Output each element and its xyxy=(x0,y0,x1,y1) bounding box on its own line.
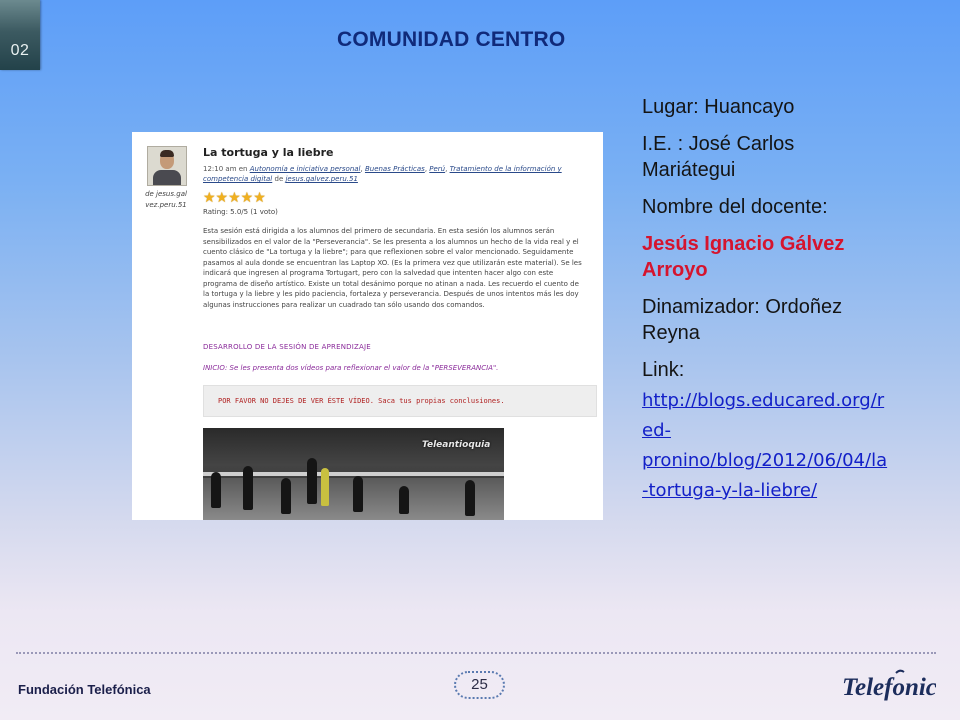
video-channel-logo: Teleantioquia xyxy=(422,440,491,450)
slide-title: COMUNIDAD CENTRO xyxy=(337,28,566,51)
video-thumbnail[interactable]: Teleantioquia xyxy=(203,428,504,520)
rating-stars-icon[interactable]: ★★★★★ xyxy=(203,190,266,206)
footer-organization: Fundación Telefónica xyxy=(18,682,151,697)
post-meta: 12:10 am en Autonomía e iniciativa perso… xyxy=(203,165,562,183)
author-caption: de jesus.galvez.peru.51 xyxy=(145,190,187,209)
author-avatar xyxy=(147,146,187,186)
category-link[interactable]: Perú xyxy=(429,165,445,173)
warning-text: POR FAVOR NO DEJES DE VER ÉSTE VÍDEO. Sa… xyxy=(218,397,505,405)
section-heading: DESARROLLO DE LA SESIÓN DE APRENDIZAJE xyxy=(203,343,371,351)
slide-number-badge: 02 xyxy=(0,0,40,70)
inicio-line: INICIO: Se les presenta dos vídeos para … xyxy=(203,364,499,372)
school-text: I.E. : José Carlos Mariátegui xyxy=(642,133,795,181)
teacher-name: Jesús Ignacio Gálvez Arroyo xyxy=(642,233,845,281)
post-time: 12:10 am en xyxy=(203,165,248,173)
blog-link[interactable]: http://blogs.educared.org/red-pronino/bl… xyxy=(642,386,892,506)
footer-divider xyxy=(16,652,936,654)
link-label: Link: xyxy=(642,359,685,381)
brand-wordmark: Telefonica xyxy=(842,674,936,701)
category-link[interactable]: Buenas Prácticas xyxy=(365,165,425,173)
warning-box: POR FAVOR NO DEJES DE VER ÉSTE VÍDEO. Sa… xyxy=(203,385,597,417)
location-text: Lugar: Huancayo xyxy=(642,96,795,118)
post-title[interactable]: La tortuga y la liebre xyxy=(203,146,334,159)
category-link[interactable]: Autonomía e iniciativa personal xyxy=(250,165,361,173)
blog-post-screenshot: de jesus.galvez.peru.51 La tortuga y la … xyxy=(132,132,603,520)
teacher-label: Nombre del docente: xyxy=(642,196,828,218)
telefonica-logo: Telefonica xyxy=(842,669,936,701)
rating-text: Rating: 5.0/5 (1 voto) xyxy=(203,208,278,216)
post-body: Esta sesión está dirigida a los alumnos … xyxy=(203,227,582,309)
author-link[interactable]: jesus.galvez.peru.51 xyxy=(285,175,357,183)
info-panel: Lugar: Huancayo I.E. : José Carlos Mariá… xyxy=(642,94,892,506)
meta-by: de xyxy=(274,175,284,183)
slide-number: 02 xyxy=(10,42,30,59)
page-number: 25 xyxy=(454,671,505,699)
facilitator-text: Dinamizador: Ordoñez Reyna xyxy=(642,296,843,344)
